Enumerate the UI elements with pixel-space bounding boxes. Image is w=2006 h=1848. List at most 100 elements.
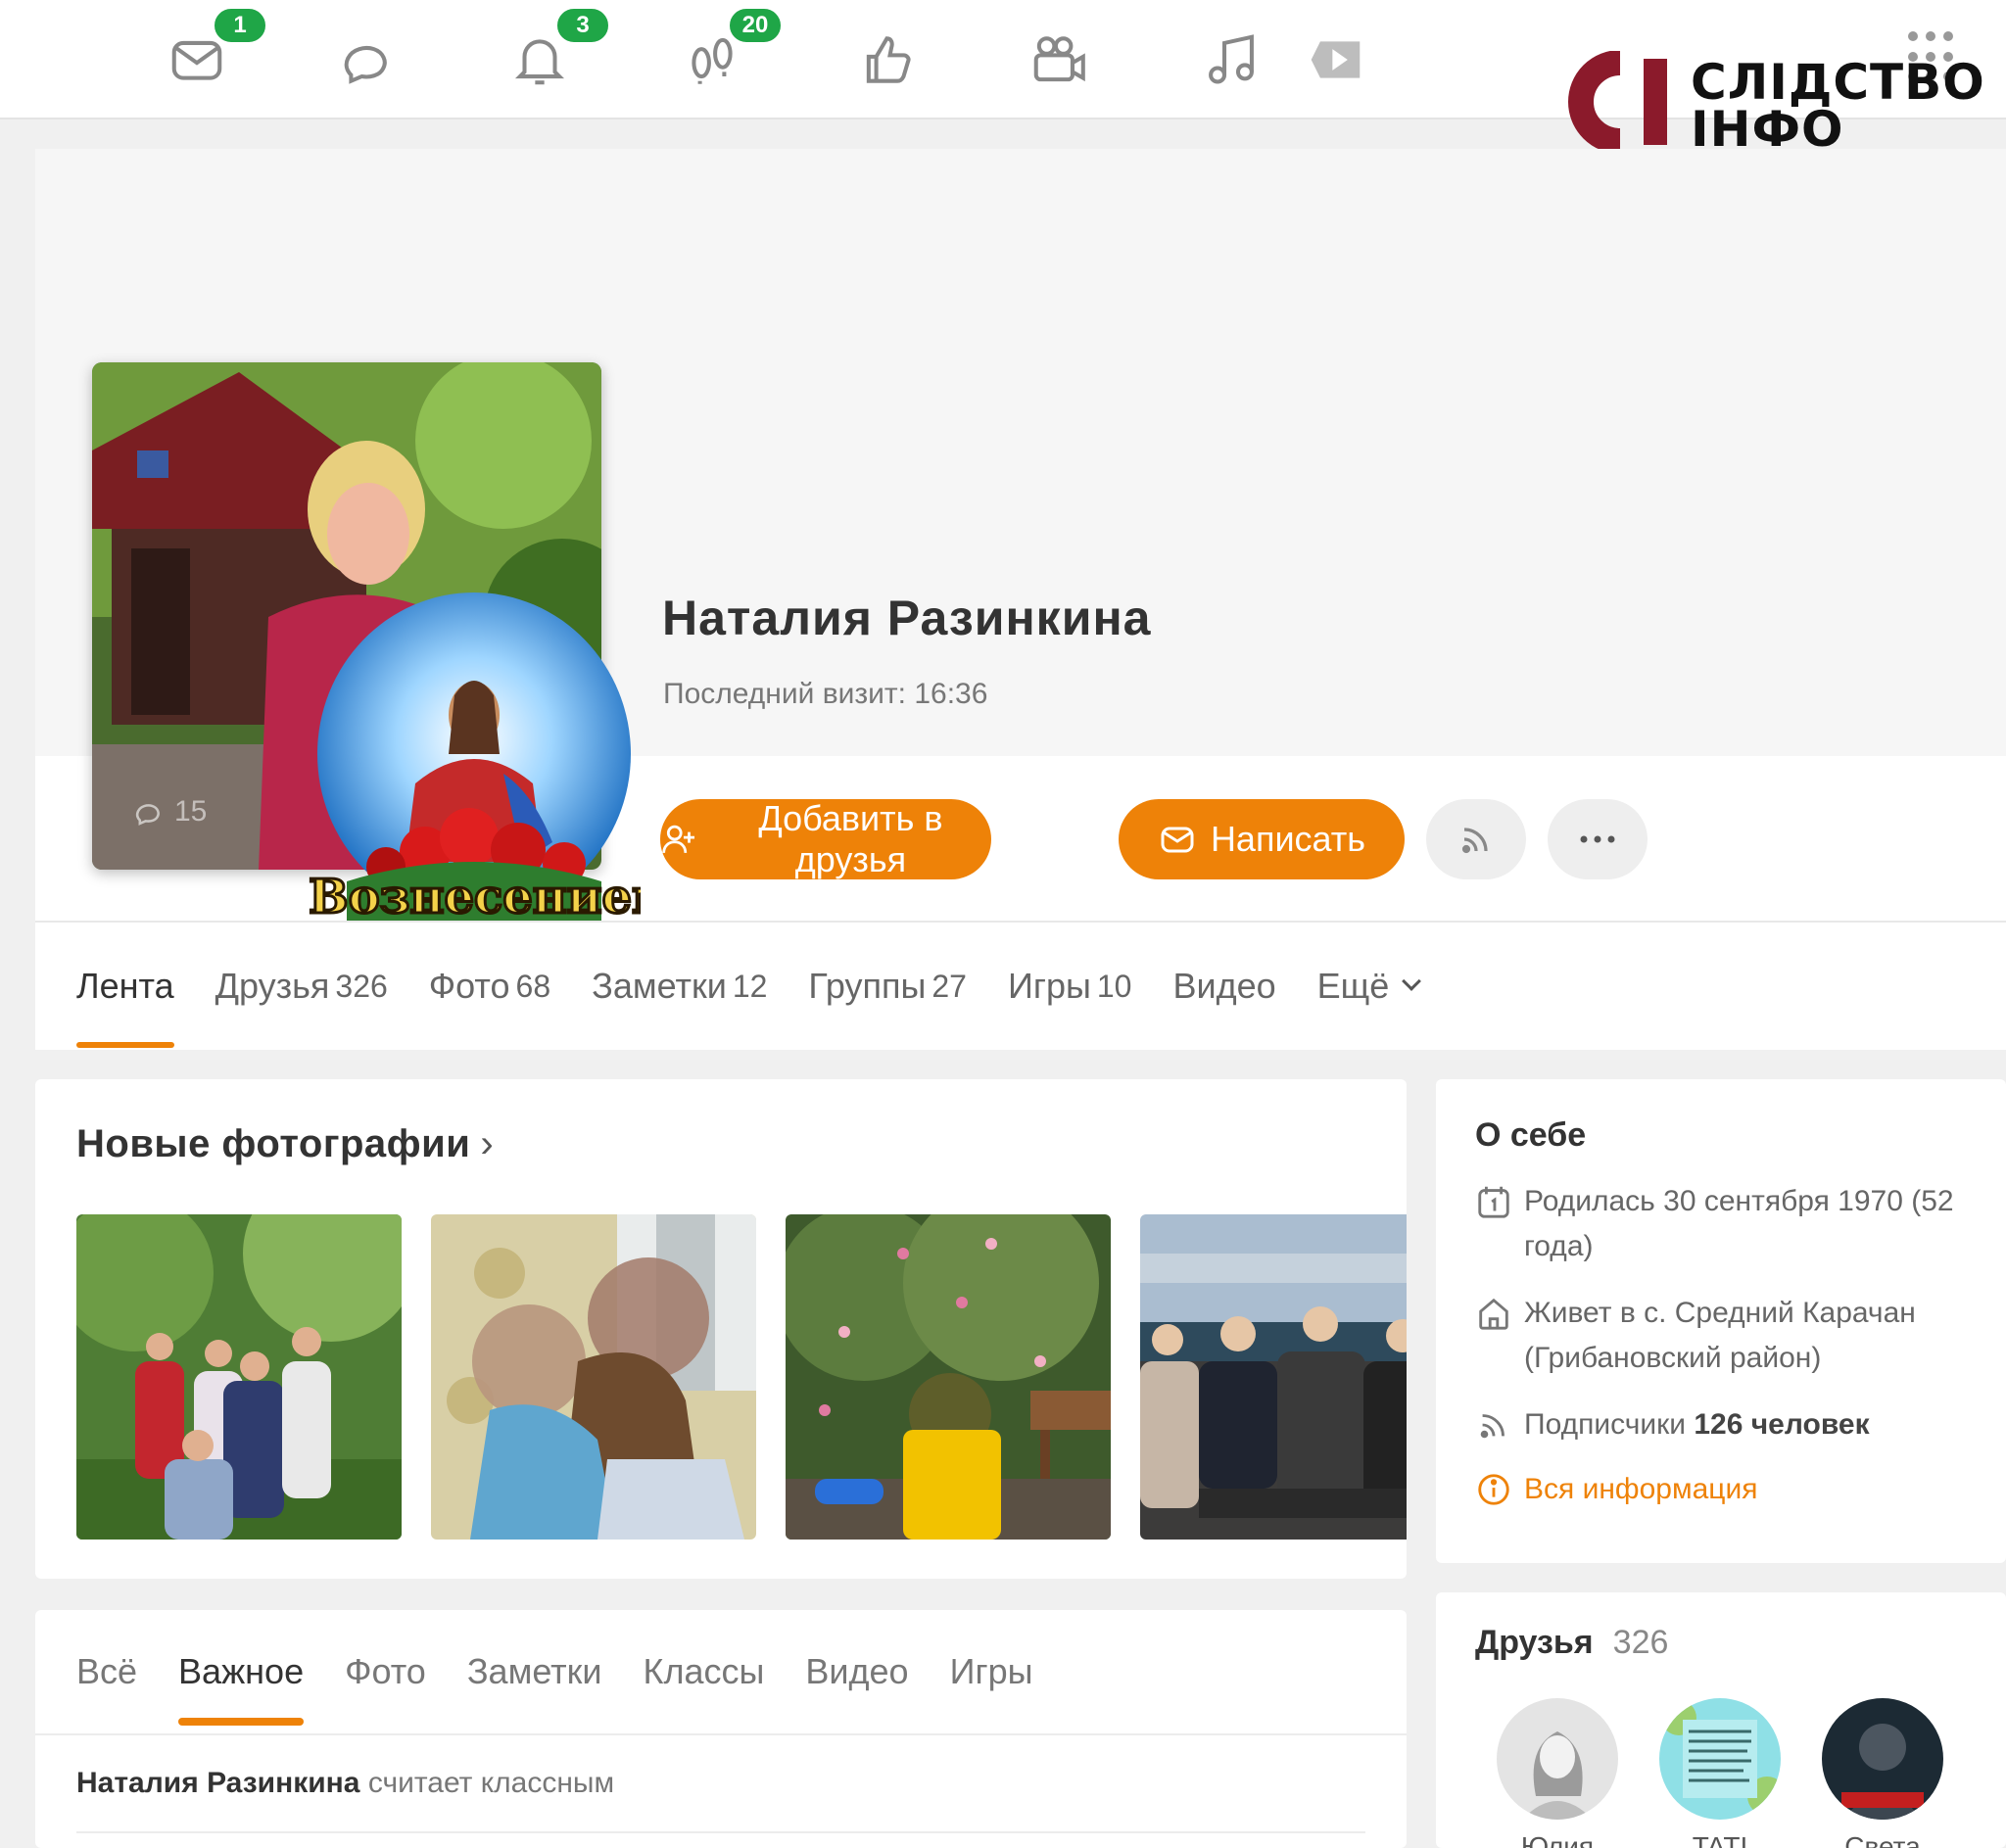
- tab-notes[interactable]: Заметки 12: [592, 923, 767, 1050]
- video-icon[interactable]: [1301, 25, 1373, 94]
- friend-item[interactable]: Света: [1822, 1698, 1943, 1848]
- guests-icon[interactable]: 20: [678, 6, 784, 94]
- new-photos-card: Новые фотографии ›: [35, 1079, 1407, 1579]
- all-info-label: Вся информация: [1524, 1473, 1758, 1505]
- all-info-link[interactable]: Вся информация: [1475, 1467, 1984, 1512]
- tab-groups[interactable]: Группы 27: [808, 923, 967, 1050]
- comment-icon: [135, 804, 160, 826]
- profile-name: Наталия Разинкина: [662, 591, 1152, 645]
- photo-thumbnail-3[interactable]: [786, 1214, 1111, 1540]
- subscribe-button[interactable]: [1426, 799, 1526, 879]
- rss-icon: [1480, 1414, 1504, 1439]
- calendar-icon: [1478, 1186, 1509, 1218]
- watermark-logo-mark: [1568, 51, 1667, 153]
- avatar-comments-count: 15: [133, 795, 207, 829]
- about-location: Живет в с. Средний Карачан (Грибановский…: [1475, 1291, 1984, 1381]
- feed-entry-author[interactable]: Наталия Разинкина: [76, 1767, 359, 1799]
- friends-card: Друзья 326 Юлия TATI Света: [1436, 1592, 2006, 1848]
- avatar-comments-value: 15: [174, 795, 208, 828]
- tab-more-label: Ещё: [1316, 966, 1390, 1006]
- feed-tab-video[interactable]: Видео: [805, 1610, 908, 1733]
- friend-avatar: [1822, 1698, 1943, 1820]
- watermark-logo: СЛІДСТВО ІНФО: [1552, 51, 1984, 159]
- ascension-sticker: С Вознесением!: [308, 592, 641, 926]
- about-birthday-text: Родилась 30 сентября 1970 (52 года): [1524, 1185, 1954, 1262]
- tab-photos-label: Фото: [428, 966, 510, 1006]
- write-message-button[interactable]: Написать: [1119, 799, 1405, 879]
- about-location-text: Живет в с. Средний Карачан (Грибановский…: [1524, 1297, 1916, 1374]
- tab-notes-count: 12: [732, 968, 768, 1004]
- friend-avatar: [1659, 1698, 1781, 1820]
- tab-photos-count: 68: [515, 968, 551, 1004]
- about-birthday: Родилась 30 сентября 1970 (52 года): [1475, 1179, 1984, 1269]
- tab-friends-count: 326: [335, 968, 388, 1004]
- notifications-icon[interactable]: 3: [505, 6, 611, 94]
- messages-badge: 1: [212, 6, 268, 45]
- tab-more[interactable]: Ещё: [1316, 923, 1422, 1050]
- photo-thumbnail-1[interactable]: [76, 1214, 402, 1540]
- tab-photos[interactable]: Фото 68: [429, 923, 550, 1050]
- sticker-text: С Вознесением!: [308, 870, 641, 924]
- tab-groups-label: Группы: [808, 966, 927, 1006]
- friend-name: TATI: [1692, 1831, 1748, 1848]
- tab-feed-label: Лента: [76, 966, 174, 1006]
- tab-groups-count: 27: [931, 968, 967, 1004]
- tab-friends[interactable]: Друзья 326: [215, 923, 388, 1050]
- watermark-line-2: ІНФО: [1691, 101, 1844, 158]
- add-friend-label: Добавить в друзья: [758, 798, 943, 879]
- about-subscribers[interactable]: Подписчики 126 человек: [1475, 1402, 1984, 1447]
- friend-item[interactable]: TATI: [1659, 1698, 1781, 1848]
- add-user-icon: [662, 825, 695, 853]
- friends-title[interactable]: Друзья 326: [1475, 1624, 1668, 1662]
- feed-tab-all[interactable]: Всё: [76, 1610, 137, 1733]
- last-visit: Последний визит: 16:36: [663, 678, 988, 710]
- tab-video[interactable]: Видео: [1172, 923, 1275, 1050]
- profile-tabs: Лента Друзья 326 Фото 68 Заметки 12 Группы 2…: [76, 923, 1422, 1050]
- friend-name: Света: [1844, 1831, 1921, 1848]
- friend-name: Юлия: [1520, 1831, 1595, 1848]
- friends-title-text: Друзья: [1475, 1624, 1594, 1661]
- music-icon[interactable]: [1197, 25, 1266, 94]
- friend-item[interactable]: Юлия: [1497, 1698, 1618, 1848]
- watermark-line-1: СЛІДСТВО: [1691, 54, 1985, 111]
- write-message-label: Написать: [1210, 819, 1366, 859]
- tab-friends-label: Друзья: [215, 966, 330, 1006]
- photo-thumbnail-4[interactable]: [1140, 1214, 1407, 1540]
- notifications-badge: 3: [554, 6, 611, 45]
- friends-video-icon[interactable]: [1025, 25, 1093, 94]
- tab-video-label: Видео: [1172, 966, 1276, 1006]
- new-photos-title-text: Новые фотографии: [76, 1122, 471, 1165]
- feed-tab-notes[interactable]: Заметки: [467, 1610, 602, 1733]
- feed-entry: Наталия Разинкина считает классным: [76, 1767, 614, 1800]
- chevron-right-icon: ›: [480, 1122, 495, 1165]
- feed-tab-important[interactable]: Важное: [178, 1610, 305, 1733]
- about-subscribers-label: Подписчики: [1524, 1408, 1687, 1441]
- tab-games[interactable]: Игры 10: [1008, 923, 1132, 1050]
- feed-card: Всё Важное Фото Заметки Классы Видео Игр…: [35, 1610, 1407, 1848]
- feed-filter-tabs: Всё Важное Фото Заметки Классы Видео Игр…: [76, 1610, 1032, 1733]
- watermark-logo-text: СЛІДСТВО ІНФО: [1691, 54, 1985, 158]
- more-actions-button[interactable]: [1548, 799, 1648, 879]
- about-card: О себе Родилась 30 сентября 1970 (52 год…: [1436, 1079, 2006, 1563]
- add-friend-button[interactable]: Добавить в друзья: [660, 798, 991, 879]
- photo-thumbnail-2[interactable]: [431, 1214, 756, 1540]
- tab-feed[interactable]: Лента: [76, 923, 174, 1050]
- feed-tab-photos[interactable]: Фото: [345, 1610, 426, 1733]
- feed-tab-likes[interactable]: Классы: [644, 1610, 765, 1733]
- profile-header: 15 С Вознесением! Наталия Разинкина Посл…: [35, 149, 2006, 1050]
- feed-tab-games[interactable]: Игры: [950, 1610, 1033, 1733]
- likes-icon[interactable]: [854, 25, 923, 94]
- friends-count: 326: [1612, 1624, 1669, 1661]
- guests-badge: 20: [727, 6, 784, 45]
- new-photos-title[interactable]: Новые фотографии ›: [76, 1122, 494, 1166]
- about-title: О себе: [1475, 1116, 1587, 1154]
- messages-icon[interactable]: 1: [163, 6, 268, 94]
- feed-divider: [35, 1733, 1407, 1735]
- feed-entry-action: считает классным: [367, 1767, 615, 1799]
- tab-notes-label: Заметки: [592, 966, 727, 1006]
- tab-games-count: 10: [1096, 968, 1132, 1004]
- feed-entry-divider: [76, 1831, 1365, 1833]
- chevron-down-icon: [1402, 971, 1422, 991]
- home-icon: [1479, 1298, 1508, 1330]
- discussions-icon[interactable]: [335, 25, 404, 94]
